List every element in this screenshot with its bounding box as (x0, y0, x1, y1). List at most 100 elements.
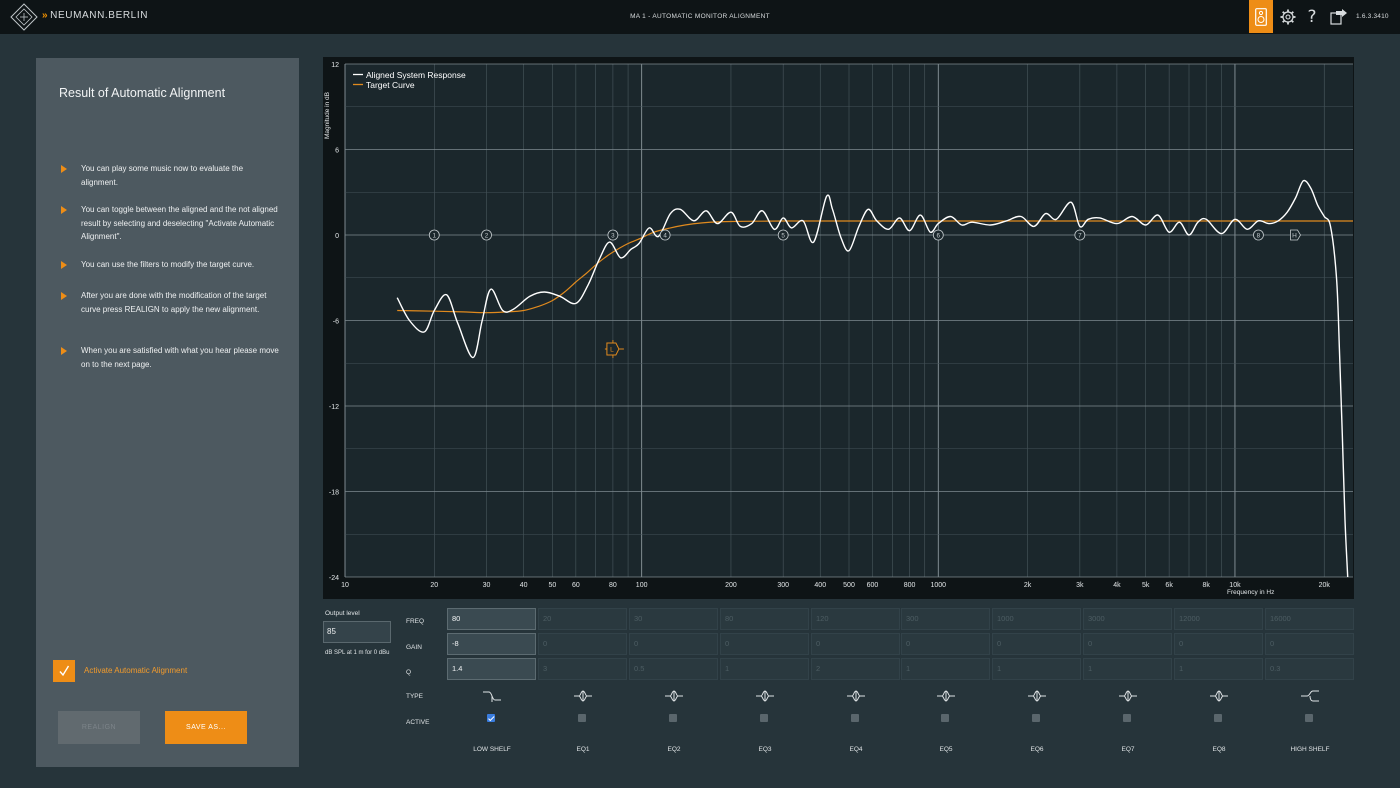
peak-filter-icon[interactable] (1209, 689, 1229, 703)
app-title: MA 1 - AUTOMATIC MONITOR ALIGNMENT (630, 13, 770, 20)
settings-button[interactable] (1278, 0, 1298, 33)
x-tick-label: 20 (430, 582, 438, 589)
filter-band-name: EQ4 (849, 746, 863, 753)
exit-button[interactable] (1328, 0, 1350, 33)
q-input-band-9[interactable]: 0.3 (1265, 658, 1354, 680)
active-row-label: ACTIVE (406, 719, 430, 726)
activate-alignment-checkbox[interactable] (53, 660, 75, 682)
freq-input-band-5[interactable]: 300 (901, 608, 990, 630)
output-level-unit: dB SPL at 1 m for 0 dBu (325, 650, 390, 656)
peak-filter-icon[interactable] (755, 689, 775, 703)
freq-input-band-7[interactable]: 3000 (1083, 608, 1172, 630)
gain-input-band-4[interactable]: 0 (811, 633, 900, 655)
y-tick-label: -24 (329, 575, 339, 582)
active-checkbox-band-7[interactable] (1123, 714, 1131, 722)
x-axis-label: Frequency in Hz (1227, 589, 1274, 596)
freq-input-band-3[interactable]: 80 (720, 608, 809, 630)
frequency-response-graph[interactable]: 12 6 0 -6 -12 -18 -24 10 20 30 40 50 60 80 100 200 300 40… (323, 57, 1354, 599)
x-tick-label: 30 (483, 582, 491, 589)
freq-input-band-1[interactable]: 20 (538, 608, 627, 630)
x-tick-label: 500 (843, 582, 855, 589)
x-tick-label: 400 (814, 582, 826, 589)
q-input-band-6[interactable]: 1 (992, 658, 1081, 680)
help-icon: ? (1307, 6, 1317, 27)
x-tick-label: 600 (867, 582, 879, 589)
active-checkbox-band-4[interactable] (851, 714, 859, 722)
save-as-button[interactable]: SAVE AS... (165, 711, 247, 744)
q-input-band-5[interactable]: 1 (901, 658, 990, 680)
gain-input-band-8[interactable]: 0 (1174, 633, 1263, 655)
active-checkbox-band-6[interactable] (1032, 714, 1040, 722)
q-input-band-1[interactable]: 3 (538, 658, 627, 680)
type-row-label: TYPE (406, 693, 423, 700)
frequency-response-chart[interactable]: 1260-6-12-18-2410 20 30 40 50 60 80 100 200 300 40… (323, 57, 1354, 599)
gain-input-band-3[interactable]: 0 (720, 633, 809, 655)
q-input-band-3[interactable]: 1 (720, 658, 809, 680)
gear-icon (1280, 9, 1296, 24)
gain-input-band-6[interactable]: 0 (992, 633, 1081, 655)
active-checkbox-band-0[interactable] (487, 714, 495, 722)
freq-input-band-0[interactable]: 80 (447, 608, 536, 630)
filter-marker-label: 2 (485, 232, 489, 239)
filter-marker-label: 8 (1257, 232, 1261, 239)
output-level-input[interactable]: 85 (323, 621, 391, 643)
peak-filter-icon[interactable] (664, 689, 684, 703)
active-checkbox-band-8[interactable] (1214, 714, 1222, 722)
q-input-band-8[interactable]: 1 (1174, 658, 1263, 680)
y-tick-label: 0 (335, 233, 339, 240)
freq-input-band-2[interactable]: 30 (629, 608, 718, 630)
speaker-button[interactable] (1249, 0, 1273, 33)
high-shelf-icon[interactable] (1300, 689, 1320, 703)
gain-input-band-7[interactable]: 0 (1083, 633, 1172, 655)
filter-marker-label: H (1292, 233, 1297, 240)
filter-marker-label: 3 (611, 232, 615, 239)
info-panel: Result of Automatic Alignment You can pl… (36, 58, 299, 767)
x-tick-label: 20k (1319, 582, 1331, 589)
freq-row-label: FREQ (406, 618, 425, 625)
filter-band-name: EQ6 (1030, 746, 1044, 753)
q-input-band-7[interactable]: 1 (1083, 658, 1172, 680)
speaker-icon (1255, 7, 1267, 26)
filter-band-name: EQ2 (667, 746, 681, 753)
peak-filter-icon[interactable] (936, 689, 956, 703)
bullet-arrow-icon (61, 165, 67, 173)
x-tick-label: 3k (1076, 582, 1084, 589)
active-checkbox-band-3[interactable] (760, 714, 768, 722)
x-tick-label: 6k (1165, 582, 1173, 589)
bullet-arrow-icon (61, 206, 67, 214)
x-tick-label: 40 (520, 582, 528, 589)
q-row-label: Q (406, 669, 412, 676)
y-axis-label: Magnitude in dB (324, 92, 331, 139)
bullet-arrow-icon (61, 261, 67, 269)
freq-input-band-6[interactable]: 1000 (992, 608, 1081, 630)
activate-alignment-label[interactable]: Activate Automatic Alignment (84, 666, 187, 675)
gain-input-band-5[interactable]: 0 (901, 633, 990, 655)
active-checkbox-band-1[interactable] (578, 714, 586, 722)
gain-input-band-2[interactable]: 0 (629, 633, 718, 655)
active-checkbox-band-2[interactable] (669, 714, 677, 722)
peak-filter-icon[interactable] (573, 689, 593, 703)
q-input-band-0[interactable]: 1.4 (447, 658, 536, 680)
gain-input-band-0[interactable]: -8 (447, 633, 536, 655)
freq-input-band-8[interactable]: 12000 (1174, 608, 1263, 630)
realign-button[interactable]: REALIGN (58, 711, 140, 744)
active-checkbox-band-5[interactable] (941, 714, 949, 722)
q-input-band-4[interactable]: 2 (811, 658, 900, 680)
x-tick-label: 80 (609, 582, 617, 589)
freq-input-band-9[interactable]: 16000 (1265, 608, 1354, 630)
help-button[interactable]: ? (1302, 0, 1322, 33)
version-label: 1.6.3.3410 (1356, 13, 1389, 20)
freq-input-band-4[interactable]: 120 (811, 608, 900, 630)
peak-filter-icon[interactable] (1027, 689, 1047, 703)
low-shelf-icon[interactable] (482, 689, 502, 703)
active-checkbox-band-9[interactable] (1305, 714, 1313, 722)
output-level-label: Output level (325, 610, 360, 617)
filter-marker-label: 1 (433, 232, 437, 239)
filter-marker-label: 7 (1078, 232, 1082, 239)
peak-filter-icon[interactable] (846, 689, 866, 703)
gain-input-band-9[interactable]: 0 (1265, 633, 1354, 655)
legend-entry: Target Curve (366, 80, 415, 90)
peak-filter-icon[interactable] (1118, 689, 1138, 703)
q-input-band-2[interactable]: 0.5 (629, 658, 718, 680)
gain-input-band-1[interactable]: 0 (538, 633, 627, 655)
